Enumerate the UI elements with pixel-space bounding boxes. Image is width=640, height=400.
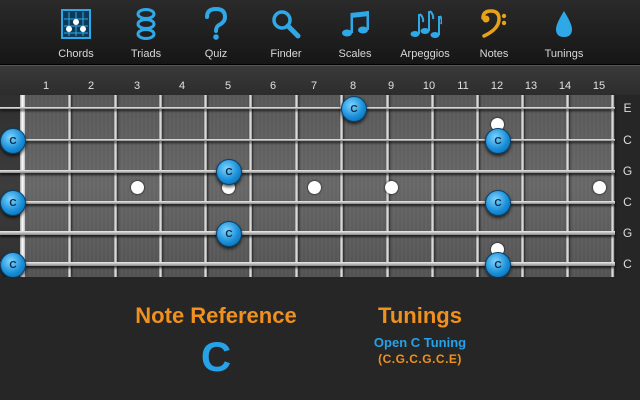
bass-clef-icon (455, 6, 533, 42)
string-note-label: G (622, 226, 633, 240)
fret-wire (204, 95, 207, 277)
quiz-button[interactable]: Quiz (177, 0, 255, 64)
tuning-drop-icon (525, 6, 603, 42)
fret-wire (566, 95, 569, 277)
fret-number-14: 14 (558, 80, 572, 92)
string-note-label: C (623, 257, 632, 271)
question-mark-icon (177, 6, 255, 42)
fret-number-13: 13 (524, 80, 538, 92)
fret-wire (68, 95, 71, 277)
note-marker[interactable]: C (0, 252, 26, 278)
triads-label: Triads (130, 48, 162, 60)
note-marker[interactable]: C (341, 96, 367, 122)
fret-wire (114, 95, 117, 277)
guitar-string (0, 139, 615, 141)
fret-number-9: 9 (387, 80, 395, 92)
fret-number-15: 15 (592, 80, 606, 92)
note-reference-title: Note Reference (135, 303, 297, 328)
nut (20, 95, 25, 277)
fret-number-1: 1 (42, 80, 50, 92)
guitar-string (0, 231, 615, 235)
fretboard: E C G C G C C C C C C C C C C (0, 95, 640, 278)
fret-wire (521, 95, 524, 277)
arpeggios-button[interactable]: Arpeggios (386, 0, 464, 64)
arpeggios-label: Arpeggios (400, 48, 450, 60)
tuning-name[interactable]: Open C Tuning (340, 335, 500, 350)
string-note-label: C (623, 195, 632, 209)
guitar-string (0, 107, 615, 109)
fret-number-12: 12 (490, 80, 504, 92)
magnifier-icon (247, 6, 325, 42)
scales-button[interactable]: Scales (316, 0, 394, 64)
fret-wire (295, 95, 298, 277)
fret-wire (431, 95, 434, 277)
guitar-string (0, 200, 615, 204)
top-toolbar: Chords Triads Quiz Finder Scales Arpeggi… (0, 0, 640, 65)
quiz-label: Quiz (204, 48, 228, 60)
fret-number-5: 5 (224, 80, 232, 92)
fret-number-8: 8 (349, 80, 357, 92)
triads-button[interactable]: Triads (107, 0, 185, 64)
note-marker[interactable]: C (485, 128, 511, 154)
chords-button[interactable]: Chords (37, 0, 115, 64)
guitar-string (0, 169, 615, 173)
music-notes-icon (316, 6, 394, 42)
fret-number-11: 11 (457, 80, 469, 92)
note-marker[interactable]: C (216, 159, 242, 185)
inlay-dot (385, 180, 398, 194)
string-note-label: E (623, 101, 632, 115)
finder-label: Finder (270, 48, 302, 60)
fret-wire (476, 95, 479, 277)
string-note-label: C (623, 133, 632, 147)
arpeggio-notes-icon (386, 6, 464, 42)
fret-number-10: 10 (422, 80, 436, 92)
notes-button[interactable]: Notes (455, 0, 533, 64)
note-marker[interactable]: C (485, 190, 511, 216)
fret-wire (159, 95, 162, 277)
inlay-dot (308, 180, 321, 194)
selected-note: C (200, 333, 232, 380)
chords-label: Chords (58, 48, 94, 60)
note-marker[interactable]: C (216, 221, 242, 247)
fret-number-4: 4 (178, 80, 186, 92)
note-marker[interactable]: C (0, 190, 26, 216)
notes-label: Notes (479, 48, 509, 60)
inlay-dot (131, 180, 144, 194)
fret-number-3: 3 (133, 80, 141, 92)
tunings-title: Tunings (378, 303, 462, 328)
tunings-button[interactable]: Tunings (525, 0, 603, 64)
fret-number-bar: 1 2 3 4 5 6 7 8 9 10 11 12 13 14 15 (0, 65, 640, 97)
string-tuning-column (615, 95, 640, 277)
tuning-notes: (C.G.C.G.C.E) (378, 352, 462, 366)
note-marker[interactable]: C (485, 252, 511, 278)
chord-diagram-icon (37, 6, 115, 42)
info-panel: Note Reference C Tunings Open C Tuning (… (0, 277, 640, 400)
fret-number-2: 2 (87, 80, 95, 92)
note-marker[interactable]: C (0, 128, 26, 154)
inlay-dot (593, 180, 606, 194)
scales-label: Scales (338, 48, 372, 60)
string-note-label: G (622, 164, 633, 178)
finder-button[interactable]: Finder (247, 0, 325, 64)
fret-number-6: 6 (269, 80, 277, 92)
tunings-label: Tunings (544, 48, 584, 60)
guitar-string (0, 262, 615, 266)
fret-number-7: 7 (310, 80, 318, 92)
triad-notes-icon (107, 6, 185, 42)
fret-wire (249, 95, 252, 277)
fret-wire (340, 95, 343, 277)
fret-wire (611, 95, 614, 277)
